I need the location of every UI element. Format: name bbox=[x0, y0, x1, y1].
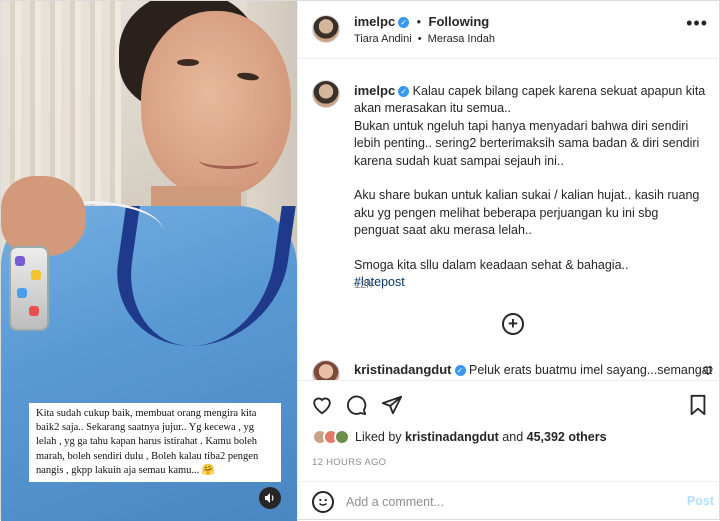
author-avatar[interactable] bbox=[312, 15, 340, 43]
post-caption: imelpc ✓ Kalau capek bilang capek karena … bbox=[354, 82, 706, 292]
emoji-icon[interactable] bbox=[312, 491, 334, 513]
caption-line-2: Bukan untuk ngeluh tapi hanya menyadari … bbox=[354, 118, 700, 168]
likes-row: Liked by kristinadangdut and 45,392 othe… bbox=[312, 427, 607, 447]
likes-count[interactable]: 45,392 others bbox=[527, 430, 607, 444]
add-comment-bar: Post bbox=[298, 481, 720, 521]
more-horizontal-icon[interactable]: ••• bbox=[686, 13, 708, 34]
likes-and: and bbox=[502, 430, 524, 444]
comment-input[interactable] bbox=[346, 492, 666, 512]
comment-body: Peluk erats buatmu imel sayang...semanga… bbox=[469, 363, 713, 377]
likes-summary: Liked by kristinadangdut and 45,392 othe… bbox=[355, 430, 607, 444]
audio-separator: • bbox=[417, 33, 422, 45]
bookmark-icon[interactable] bbox=[686, 393, 710, 417]
liker-avatar bbox=[334, 429, 350, 445]
following-button[interactable]: Following bbox=[429, 14, 490, 29]
audio-song[interactable]: Merasa Indah bbox=[428, 33, 495, 45]
heart-icon[interactable] bbox=[310, 393, 334, 417]
verified-badge-icon: ✓ bbox=[454, 365, 466, 377]
comments-section: imelpc ✓ Kalau capek bilang capek karena … bbox=[298, 60, 720, 380]
audio-info: Tiara Andini • Merasa Indah bbox=[354, 33, 495, 45]
media-caption-overlay: Kita sudah cukup baik, membuat orang men… bbox=[29, 403, 281, 482]
post-dialog: Kita sudah cukup baik, membuat orang men… bbox=[0, 0, 720, 521]
post-comment-button[interactable]: Post bbox=[687, 494, 714, 508]
verified-badge-icon: ✓ bbox=[398, 86, 410, 98]
caption-line-3: Aku share bukan untuk kalian sukai / kal… bbox=[354, 188, 700, 238]
comment-item: kristinadangdut ✓ Peluk erats buatmu imel… bbox=[298, 358, 720, 380]
audio-artist[interactable]: Tiara Andini bbox=[354, 33, 412, 45]
hand-shape bbox=[1, 176, 86, 256]
smile-shape bbox=[199, 151, 259, 169]
caption-time: 12h bbox=[354, 279, 373, 291]
post-media[interactable]: Kita sudah cukup baik, membuat orang men… bbox=[1, 1, 297, 521]
eye-left bbox=[177, 59, 199, 66]
action-bar: Liked by kristinadangdut and 45,392 othe… bbox=[298, 380, 720, 480]
verified-badge-icon: ✓ bbox=[398, 17, 410, 29]
post-header: imelpc ✓ • Following Tiara Andini • Meras… bbox=[298, 1, 720, 59]
share-icon[interactable] bbox=[380, 393, 404, 417]
speaker-icon[interactable] bbox=[259, 487, 281, 509]
iv-connector bbox=[9, 246, 49, 331]
load-more-comments-button[interactable]: + bbox=[502, 313, 524, 335]
caption-line-4: Smoga kita sllu dalam keadaan sehat & ba… bbox=[354, 258, 629, 273]
caption-author-avatar[interactable] bbox=[312, 80, 340, 108]
caption-username[interactable]: imelpc bbox=[354, 83, 395, 98]
post-time-ago[interactable]: 12 HOURS AGO bbox=[312, 457, 386, 468]
header-title: imelpc ✓ • Following bbox=[354, 14, 489, 29]
post-panel: imelpc ✓ • Following Tiara Andini • Meras… bbox=[297, 1, 720, 521]
commenter-username[interactable]: kristinadangdut bbox=[354, 362, 452, 377]
liked-by-prefix: Liked by bbox=[355, 430, 402, 444]
liked-by-user[interactable]: kristinadangdut bbox=[405, 430, 499, 444]
header-separator: • bbox=[416, 15, 422, 29]
face-shape bbox=[141, 11, 291, 196]
author-username[interactable]: imelpc bbox=[354, 14, 395, 29]
commenter-avatar[interactable] bbox=[312, 360, 340, 380]
comment-text-row: kristinadangdut ✓ Peluk erats buatmu imel… bbox=[354, 362, 712, 377]
comment-icon[interactable] bbox=[344, 393, 368, 417]
comment-like-heart-icon[interactable] bbox=[702, 364, 714, 379]
